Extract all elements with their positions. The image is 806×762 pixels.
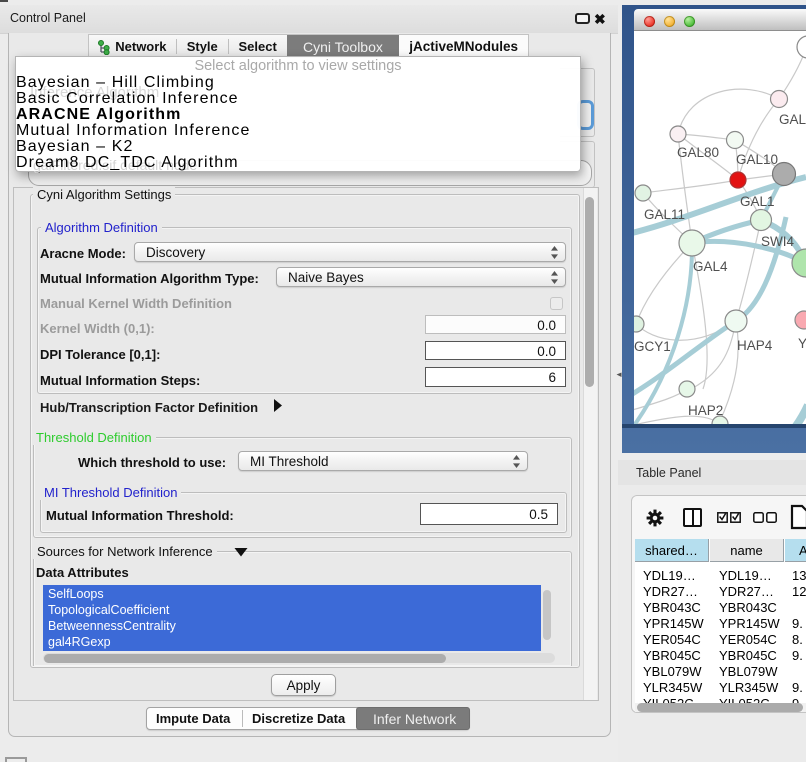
svg-text:HAP2: HAP2	[688, 403, 723, 418]
svg-text:Y: Y	[798, 336, 806, 351]
svg-text:GAL7: GAL7	[779, 112, 806, 127]
svg-text:GCY1: GCY1	[634, 339, 671, 354]
svg-text:SWI4: SWI4	[761, 234, 794, 249]
svg-text:HAP4: HAP4	[737, 338, 773, 353]
svg-text:GAL10: GAL10	[736, 152, 778, 167]
svg-text:GAL4: GAL4	[693, 259, 728, 274]
svg-text:GAL1: GAL1	[740, 194, 775, 209]
svg-text:GAL11: GAL11	[644, 207, 685, 222]
svg-text:GAL80: GAL80	[677, 145, 719, 160]
